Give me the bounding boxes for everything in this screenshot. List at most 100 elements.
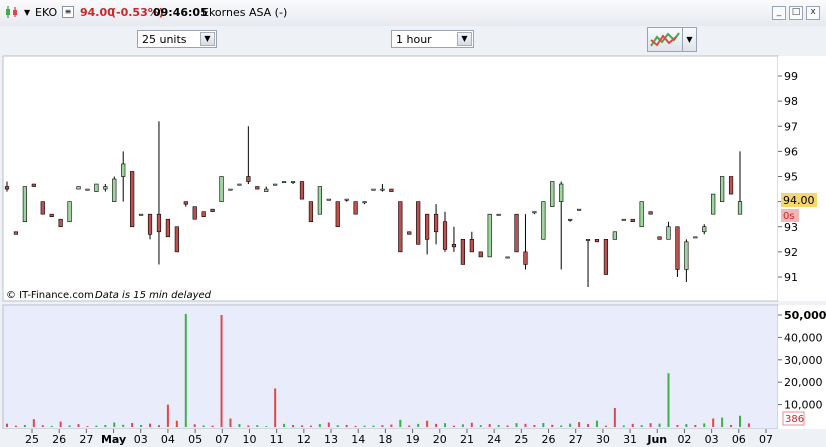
units-select[interactable]: 25 units ▼: [137, 30, 217, 48]
chart-type-button[interactable]: [647, 27, 683, 52]
volume-bar: [730, 424, 733, 427]
window-icon[interactable]: [59, 62, 69, 72]
last-price-badge-bg: [781, 193, 817, 207]
candle-body: [576, 208, 582, 211]
date-tick-label: 06: [732, 433, 746, 446]
volume-bar: [131, 422, 134, 427]
volume-bar: [649, 423, 652, 427]
candle-body: [156, 213, 162, 233]
wrench-icon[interactable]: 🔧︎: [55, 308, 68, 320]
candle-body: [693, 236, 698, 239]
maximize-button[interactable]: □: [789, 6, 803, 20]
volume-bar: [220, 315, 223, 427]
volume-bar: [229, 418, 232, 427]
date-tick-label: 30: [596, 433, 610, 446]
date-tick-label: 13: [324, 433, 338, 446]
candle-body: [219, 176, 224, 202]
candle-body: [442, 221, 448, 250]
date-tick-label: 26: [542, 433, 556, 446]
window-icon[interactable]: [73, 309, 83, 319]
volume-bar: [256, 425, 259, 427]
volume-bar: [426, 420, 429, 427]
candle-body: [192, 206, 197, 220]
title-bar: ▼ EKO ≡ 94.00 (-0.53%) 09:46:05 Ekornes …: [0, 0, 826, 27]
volume-bar: [166, 404, 169, 427]
volume-bar: [300, 425, 303, 427]
close-panel-icon[interactable]: ✕: [75, 61, 88, 73]
candle-body: [416, 201, 421, 245]
symbol-label[interactable]: EKO: [35, 6, 57, 19]
volume-bar: [211, 425, 214, 427]
date-tick-label: Jun: [646, 433, 667, 446]
interval-select[interactable]: 1 hour ▼: [391, 30, 474, 48]
volume-bar: [739, 415, 741, 427]
minimize-button[interactable]: _: [772, 6, 786, 20]
candle-body: [389, 188, 394, 192]
volume-bar: [59, 421, 62, 427]
volume-bar: [712, 418, 715, 427]
symbol-dropdown-icon[interactable]: ▼: [24, 8, 30, 17]
candle-body: [67, 201, 72, 223]
volume-panel-header: Volume 🔧︎ ✕: [3, 305, 101, 335]
candle-body: [174, 226, 179, 253]
delay-note: Data is 15 min delayed: [95, 290, 212, 301]
volume-bar: [175, 420, 178, 427]
candle-body: [666, 226, 671, 240]
close-panel-icon[interactable]: ✕: [11, 323, 23, 335]
headline-icon[interactable]: ≡: [62, 6, 74, 18]
volume-bar: [444, 423, 447, 427]
candle-body: [425, 213, 430, 240]
wrench-icon[interactable]: 🔧︎: [41, 61, 54, 73]
candle-body: [94, 183, 99, 192]
candle-body: [335, 201, 340, 228]
volume-bar: [640, 425, 643, 427]
volume-bar: [283, 423, 286, 427]
volume-tick-label: 30,000: [784, 354, 823, 367]
chevron-down-icon[interactable]: ▼: [200, 32, 215, 46]
volume-bar: [41, 425, 44, 427]
price-tick-label: 92: [784, 246, 798, 259]
volume-bar: [497, 424, 500, 427]
candle-body: [290, 181, 296, 184]
volume-bar: [309, 425, 312, 427]
date-tick-label: 07: [759, 433, 773, 446]
candle-body: [568, 218, 573, 221]
date-tick-label: 07: [215, 433, 229, 446]
move-down-icon[interactable]: ▼: [110, 62, 121, 72]
candle-body: [487, 213, 492, 258]
candle-body: [612, 231, 617, 240]
volume-bar: [694, 424, 697, 427]
countdown-badge: 0s: [783, 211, 795, 222]
candle-body: [550, 181, 555, 207]
date-tick-label: 10: [242, 433, 256, 446]
volume-bar: [193, 424, 196, 427]
candle-body: [728, 176, 734, 195]
date-tick-label: 18: [378, 433, 392, 446]
volume-bar: [595, 420, 598, 427]
candle-body: [523, 251, 528, 265]
candle-body: [138, 213, 144, 216]
volume-bar: [274, 388, 277, 427]
volume-bar: [685, 424, 688, 427]
volume-bar: [113, 422, 116, 427]
close-button[interactable]: x: [806, 6, 820, 20]
volume-bar: [77, 424, 80, 427]
date-tick-label: 24: [487, 433, 501, 446]
volume-bar: [551, 424, 554, 427]
candle-body: [165, 218, 171, 238]
watermark: © IT-Finance.com: [6, 290, 94, 301]
chart-area[interactable]: 91 92 93 94 95 96 97 98 99 10,000 20,000 30,000 40,…: [0, 0, 826, 447]
candle-body: [103, 186, 108, 190]
candle-body: [675, 226, 680, 270]
chart-type-dropdown-button[interactable]: ▼: [683, 27, 697, 52]
volume-bar: [667, 373, 670, 427]
volume-bar: [372, 425, 375, 427]
volume-bar: [747, 423, 750, 427]
chevron-down-icon[interactable]: ▼: [457, 32, 472, 46]
candle-body: [657, 236, 662, 240]
candle-body: [621, 218, 626, 221]
volume-bar: [50, 425, 53, 427]
move-up-icon[interactable]: ▲: [93, 62, 104, 72]
volume-bar: [238, 424, 241, 427]
candle-body: [326, 198, 331, 201]
